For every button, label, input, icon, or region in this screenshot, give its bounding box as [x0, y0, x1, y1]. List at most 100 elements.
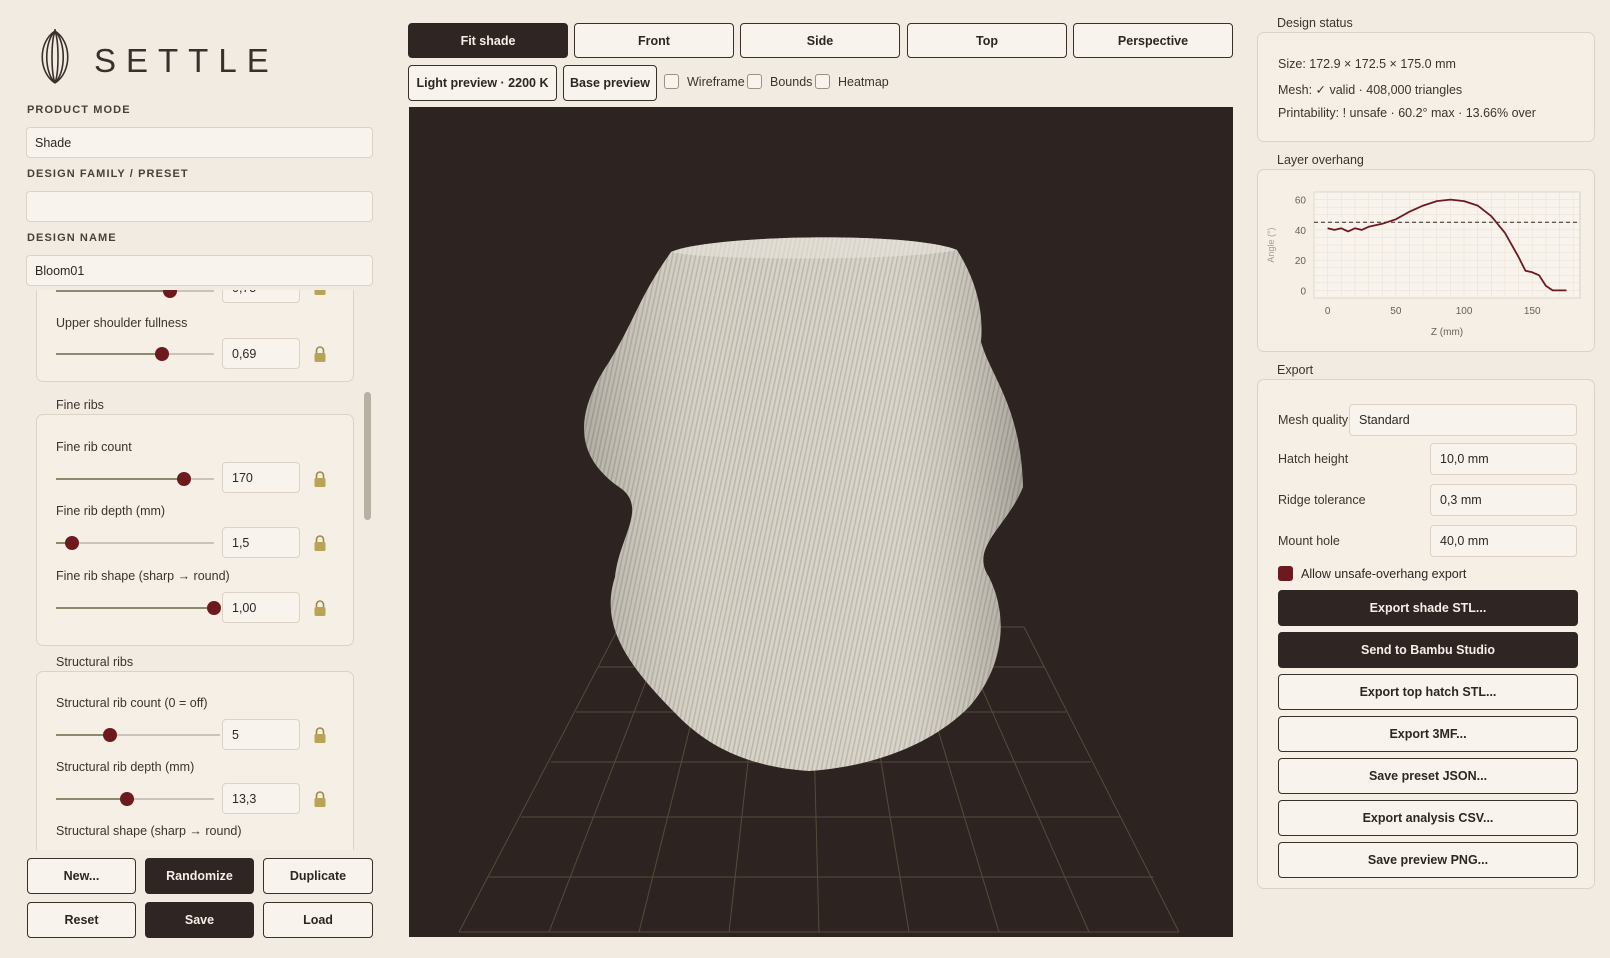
- duplicate-button[interactable]: Duplicate: [263, 858, 373, 894]
- lock-icon[interactable]: [313, 470, 327, 488]
- slider-knob[interactable]: [207, 601, 221, 615]
- y-tick-label: 60: [1295, 196, 1307, 207]
- tab-side[interactable]: Side: [740, 23, 900, 58]
- fine-rib-shape-value[interactable]: 1,00: [222, 592, 300, 623]
- overhang-chart: 0 20 40 60 0 50 100 150 Z (mm) Angle (°): [1266, 191, 1581, 338]
- lock-icon[interactable]: [313, 345, 327, 363]
- export-title: Export: [1277, 363, 1314, 377]
- mesh-quality-label: Mesh quality: [1278, 413, 1349, 427]
- fine-rib-depth-label: Fine rib depth (mm): [56, 504, 166, 518]
- design-name-label: DESIGN NAME: [27, 232, 117, 244]
- fine-ribs-title: Fine ribs: [52, 398, 108, 412]
- upper-shoulder-label: Upper shoulder fullness: [56, 316, 188, 330]
- slider-knob[interactable]: [120, 792, 135, 806]
- structural-rib-count-value[interactable]: 5: [222, 719, 300, 750]
- slider-fill: [56, 353, 162, 355]
- randomize-button[interactable]: Randomize: [145, 858, 254, 894]
- design-family-select[interactable]: [26, 191, 373, 222]
- x-tick-label: 100: [1456, 306, 1473, 317]
- design-status-panel: Size: 172.9 × 172.5 × 175.0 mm Mesh: ✓ v…: [1257, 32, 1595, 142]
- fine-rib-depth-slider[interactable]: [56, 536, 214, 550]
- bounds-label: Bounds: [770, 74, 813, 89]
- 3d-viewport[interactable]: [409, 107, 1233, 937]
- slider-fill: [56, 734, 111, 736]
- mesh-quality-select[interactable]: Standard: [1349, 404, 1577, 436]
- lock-icon[interactable]: [313, 790, 327, 808]
- light-preview-button[interactable]: Light preview · 2200 K: [408, 65, 557, 101]
- y-tick-label: 40: [1295, 226, 1307, 237]
- slider-fill: [56, 798, 128, 800]
- x-tick-label: 0: [1325, 306, 1331, 317]
- tab-perspective[interactable]: Perspective: [1073, 23, 1233, 58]
- export-top-hatch-button[interactable]: Export top hatch STL...: [1278, 674, 1578, 710]
- export-analysis-csv-button[interactable]: Export analysis CSV...: [1278, 800, 1578, 836]
- x-tick-label: 150: [1524, 306, 1541, 317]
- partial-slider[interactable]: [56, 290, 214, 298]
- save-preset-json-button[interactable]: Save preset JSON...: [1278, 758, 1578, 794]
- hatch-height-label: Hatch height: [1278, 452, 1349, 466]
- slider-knob[interactable]: [103, 728, 118, 742]
- slider-knob[interactable]: [176, 472, 191, 486]
- structural-ribs-title: Structural ribs: [52, 655, 138, 669]
- fine-rib-count-value[interactable]: 170: [222, 462, 300, 493]
- lock-icon[interactable]: [313, 290, 327, 296]
- size-readout: Size: 172.9 × 172.5 × 175.0 mm: [1278, 57, 1456, 71]
- partial-value-field[interactable]: 0,75: [222, 290, 300, 303]
- product-mode-label: PRODUCT MODE: [27, 104, 131, 116]
- mount-hole-label: Mount hole: [1278, 534, 1340, 548]
- lock-icon[interactable]: [313, 534, 327, 552]
- product-mode-select[interactable]: Shade: [26, 127, 373, 158]
- fine-rib-depth-value[interactable]: 1,5: [222, 527, 300, 558]
- hatch-height-input[interactable]: 10,0 mm: [1430, 443, 1577, 475]
- send-to-bambu-button[interactable]: Send to Bambu Studio: [1278, 632, 1578, 668]
- heatmap-checkbox[interactable]: Heatmap: [815, 74, 889, 89]
- reset-button[interactable]: Reset: [27, 902, 136, 938]
- lock-icon[interactable]: [313, 726, 327, 744]
- export-shade-stl-button[interactable]: Export shade STL...: [1278, 590, 1578, 626]
- fine-rib-shape-slider[interactable]: [56, 601, 221, 615]
- allow-unsafe-checkbox[interactable]: Allow unsafe-overhang export: [1278, 566, 1466, 581]
- tab-front[interactable]: Front: [574, 23, 734, 58]
- x-tick-label: 50: [1390, 306, 1402, 317]
- fine-rib-count-slider[interactable]: [56, 472, 214, 486]
- slider-knob[interactable]: [154, 347, 169, 361]
- ridge-tolerance-input[interactable]: 0,3 mm: [1430, 484, 1577, 516]
- slider-fill: [56, 478, 184, 480]
- slider-fill: [56, 290, 170, 292]
- save-preview-png-button[interactable]: Save preview PNG...: [1278, 842, 1578, 878]
- scrollbar-thumb[interactable]: [364, 392, 371, 520]
- structural-rib-depth-value[interactable]: 13,3: [222, 783, 300, 814]
- y-tick-label: 0: [1300, 286, 1306, 297]
- mount-hole-input[interactable]: 40,0 mm: [1430, 525, 1577, 557]
- export-3mf-button[interactable]: Export 3MF...: [1278, 716, 1578, 752]
- wireframe-checkbox[interactable]: Wireframe: [664, 74, 745, 89]
- fine-rib-count-label: Fine rib count: [56, 440, 132, 454]
- upper-shoulder-slider[interactable]: [56, 347, 214, 361]
- save-button[interactable]: Save: [145, 902, 254, 938]
- base-preview-button[interactable]: Base preview: [563, 65, 657, 101]
- design-family-label: DESIGN FAMILY / PRESET: [27, 168, 189, 180]
- lock-icon[interactable]: [313, 599, 327, 617]
- bounds-checkbox[interactable]: Bounds: [747, 74, 812, 89]
- checkbox-box[interactable]: [664, 74, 679, 89]
- structural-rib-depth-label: Structural rib depth (mm): [56, 760, 195, 774]
- design-name-input[interactable]: Bloom01: [26, 255, 373, 286]
- brand-name: SETTLE: [94, 42, 279, 79]
- checkbox-box[interactable]: [747, 74, 762, 89]
- shape-group: [36, 290, 354, 382]
- fine-rib-shape-label: Fine rib shape (sharp → round): [56, 569, 230, 583]
- parameter-scroll-area[interactable]: 0,75 Upper shoulder fullness 0,69 Fine r…: [26, 290, 376, 850]
- slider-fill: [56, 607, 214, 609]
- slider-knob[interactable]: [64, 536, 79, 550]
- structural-rib-count-slider[interactable]: [56, 728, 220, 742]
- new-button[interactable]: New...: [27, 858, 136, 894]
- tab-top[interactable]: Top: [907, 23, 1067, 58]
- load-button[interactable]: Load: [263, 902, 373, 938]
- structural-rib-depth-slider[interactable]: [56, 792, 214, 806]
- checkbox-box[interactable]: [815, 74, 830, 89]
- upper-shoulder-value[interactable]: 0,69: [222, 338, 300, 369]
- lamp-shade-logo-icon: [41, 29, 69, 84]
- tab-fit-shade[interactable]: Fit shade: [408, 23, 568, 58]
- ridge-tolerance-label: Ridge tolerance: [1278, 493, 1366, 507]
- checkbox-checked[interactable]: [1278, 566, 1293, 581]
